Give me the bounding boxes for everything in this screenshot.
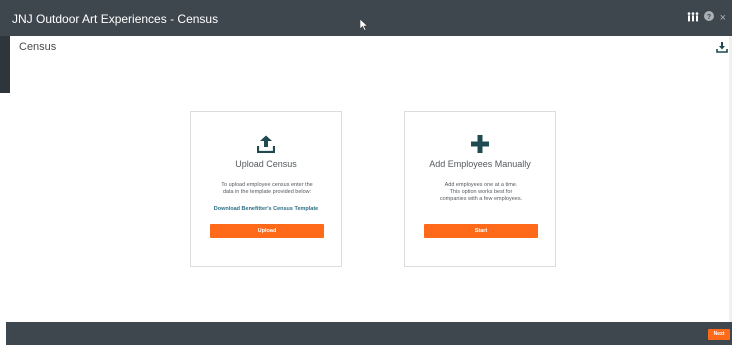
start-button[interactable]: Start — [424, 224, 538, 238]
footer-bar — [6, 322, 732, 345]
upload-census-card: Upload Census To upload employee census … — [190, 111, 342, 267]
description-line: This option works best for — [449, 189, 513, 195]
svg-text:?: ? — [706, 14, 710, 21]
add-employees-description: Add employees one at a time. This option… — [415, 182, 547, 203]
mouse-cursor-icon — [359, 18, 369, 36]
download-template-link[interactable]: Download Benefitter's Census Template — [191, 206, 341, 212]
next-button[interactable]: Next — [708, 329, 730, 340]
left-edge-bar — [0, 36, 10, 93]
upload-census-title: Upload Census — [235, 159, 297, 169]
description-line: data in the template provided below: — [222, 189, 312, 195]
upload-icon — [256, 135, 276, 158]
description-line: Add employees one at a time. — [444, 182, 518, 188]
upload-button[interactable]: Upload — [210, 224, 324, 238]
close-icon[interactable]: × — [720, 12, 726, 24]
plus-icon — [471, 135, 489, 158]
description-line: To upload employee census enter the — [221, 182, 313, 188]
title-bar-icons: ? × — [687, 11, 726, 24]
upload-census-description: To upload employee census enter the data… — [201, 182, 333, 196]
download-icon[interactable] — [716, 40, 728, 58]
description-line: companies with a few employees. — [439, 196, 523, 202]
add-employees-card: Add Employees Manually Add employees one… — [404, 111, 556, 267]
window-title: JNJ Outdoor Art Experiences - Census — [12, 12, 219, 26]
people-icon[interactable] — [687, 11, 699, 24]
page-title: Census — [19, 41, 57, 53]
help-icon[interactable]: ? — [703, 11, 714, 24]
add-employees-title: Add Employees Manually — [429, 159, 531, 169]
